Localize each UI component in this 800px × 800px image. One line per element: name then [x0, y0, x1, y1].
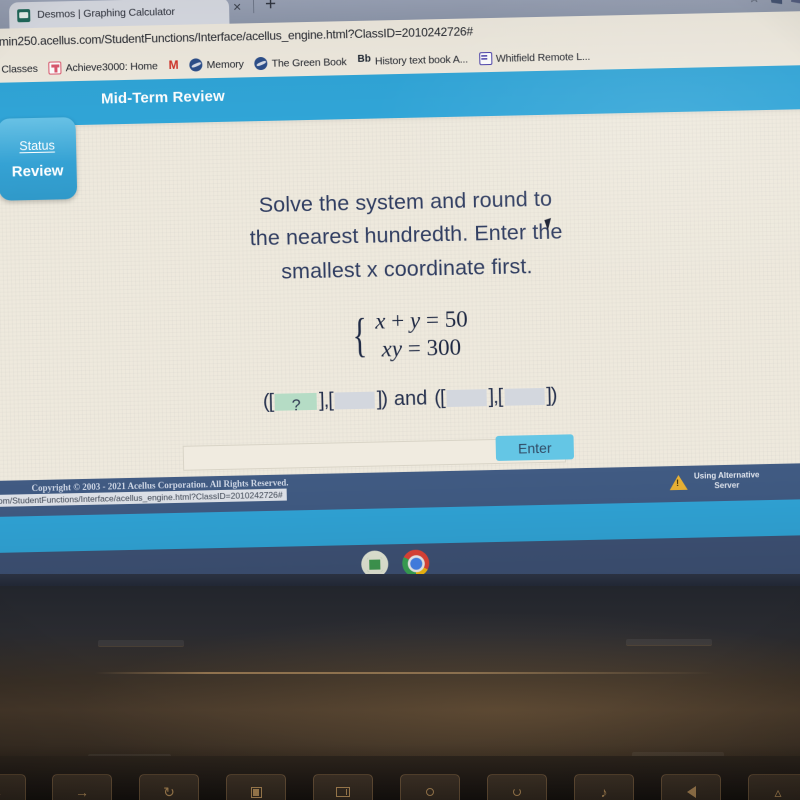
brightness-down-icon	[426, 788, 434, 796]
arrow-right-icon: →	[75, 784, 89, 800]
answer-row: ([ ? ],[ ]) and ([ ],[ ])	[0, 378, 800, 420]
arrow-left-icon: ←	[0, 785, 3, 799]
alt-server-notice: Using Alternative Server	[668, 470, 760, 492]
reload-key[interactable]: ↻	[139, 774, 199, 800]
answer-paren-open: ([	[434, 387, 445, 410]
answer-blank-4[interactable]	[504, 387, 545, 406]
new-tab-button[interactable]: +	[265, 0, 277, 15]
extension-icon[interactable]	[769, 0, 782, 4]
warning-triangle-icon	[668, 474, 688, 490]
chromebook-screen: x Desmos | Graphing Calculator × + ☆ adm…	[0, 0, 800, 599]
globe-icon	[254, 56, 268, 71]
answer-connector: and	[393, 387, 428, 411]
status-badge-label: Status	[19, 138, 55, 153]
equation-2: xy = 300	[381, 334, 462, 362]
equation-1: x + y = 50	[375, 306, 468, 334]
speaker-up-icon: ▵	[774, 784, 782, 800]
enter-button[interactable]: Enter	[495, 434, 575, 461]
volume-down-key[interactable]	[661, 774, 721, 800]
brightness-down-key[interactable]	[400, 774, 460, 800]
forward-key[interactable]: →	[52, 774, 112, 800]
question-panel: Solve the system and round to the neares…	[0, 108, 800, 518]
fullscreen-icon	[250, 786, 262, 798]
window-overview-icon	[336, 787, 350, 797]
answer-paren-open: ([	[262, 390, 274, 413]
blackboard-icon: Bb	[357, 53, 372, 65]
status-badge[interactable]: Status Review	[0, 117, 78, 201]
bookmark-label: Memory	[206, 57, 244, 71]
gmail-icon: M	[168, 57, 179, 73]
bookmark-label: Whitfield Remote L...	[495, 50, 591, 65]
achieve3000-icon	[48, 61, 62, 75]
answer-punct: ],[	[488, 385, 503, 409]
sheets-icon	[478, 51, 493, 66]
photograph-of-chromebook: x Desmos | Graphing Calculator × + ☆ adm…	[0, 0, 800, 800]
tab-title: Desmos | Graphing Calculator	[37, 5, 175, 21]
acellus-page: Mid-Term Review Solve the system and rou…	[0, 64, 800, 553]
google-chrome-icon[interactable]	[401, 549, 430, 578]
bookmark-label: Achieve3000: Home	[65, 59, 158, 74]
bookmark-whitfield-remote[interactable]: Whitfield Remote L...	[478, 50, 591, 66]
system-of-equations: { x + y = 50 xy = 300	[348, 307, 469, 364]
volume-up-key[interactable]: ▵	[748, 774, 800, 800]
bookmark-gmail[interactable]: M	[168, 57, 179, 73]
desmos-icon	[17, 8, 31, 22]
speaker-icon	[686, 786, 696, 798]
answer-blank-1[interactable]: ?	[274, 392, 318, 415]
bookmark-label: History text book A...	[374, 53, 469, 68]
hinge-highlight	[95, 672, 715, 674]
keyboard-function-row: ← → ↻ ♪ ▵	[0, 756, 800, 800]
close-icon[interactable]: ×	[233, 0, 242, 15]
answer-blank-2[interactable]	[334, 391, 375, 410]
back-key[interactable]: ←	[0, 774, 26, 800]
mute-key[interactable]: ♪	[574, 774, 634, 800]
extension-icon[interactable]	[791, 0, 800, 4]
brightness-up-key[interactable]	[487, 774, 547, 800]
question-block: Solve the system and round to the neares…	[0, 108, 800, 420]
bookmark-label: Classes	[1, 62, 38, 76]
star-icon[interactable]: ☆	[748, 0, 760, 5]
speaker-grille	[626, 639, 712, 645]
status-badge-value: Review	[11, 161, 64, 180]
bookmark-label: The Green Book	[271, 55, 347, 70]
tab-divider	[252, 0, 255, 14]
page-title: Mid-Term Review	[100, 87, 225, 108]
speaker-mute-icon: ♪	[600, 784, 608, 800]
reload-icon: ↻	[163, 784, 175, 800]
fullscreen-key[interactable]	[226, 774, 286, 800]
url-text: admin250.acellus.com/StudentFunctions/In…	[0, 24, 474, 50]
left-brace: {	[352, 309, 368, 363]
brightness-up-icon	[513, 788, 521, 796]
speaker-grille	[98, 640, 184, 646]
alt-server-text: Using Alternative Server	[694, 470, 760, 491]
answer-punct: ])	[376, 388, 388, 411]
bookmark-achieve3000[interactable]: Achieve3000: Home	[48, 59, 158, 75]
bookmark-green-book[interactable]: The Green Book	[254, 55, 347, 71]
globe-icon	[189, 58, 203, 72]
overview-key[interactable]	[313, 774, 373, 800]
answer-punct: ])	[545, 384, 557, 407]
answer-punct: ],[	[318, 389, 334, 412]
bookmark-history-text-book[interactable]: Bb History text book A...	[357, 53, 468, 68]
answer-blank-1-value: ?	[291, 397, 301, 415]
bookmark-memory[interactable]: Memory	[189, 57, 244, 72]
answer-blank-3[interactable]	[446, 389, 487, 407]
alt-server-line-2: Server	[714, 480, 740, 491]
bookmark-classes[interactable]: Classes	[0, 62, 38, 76]
